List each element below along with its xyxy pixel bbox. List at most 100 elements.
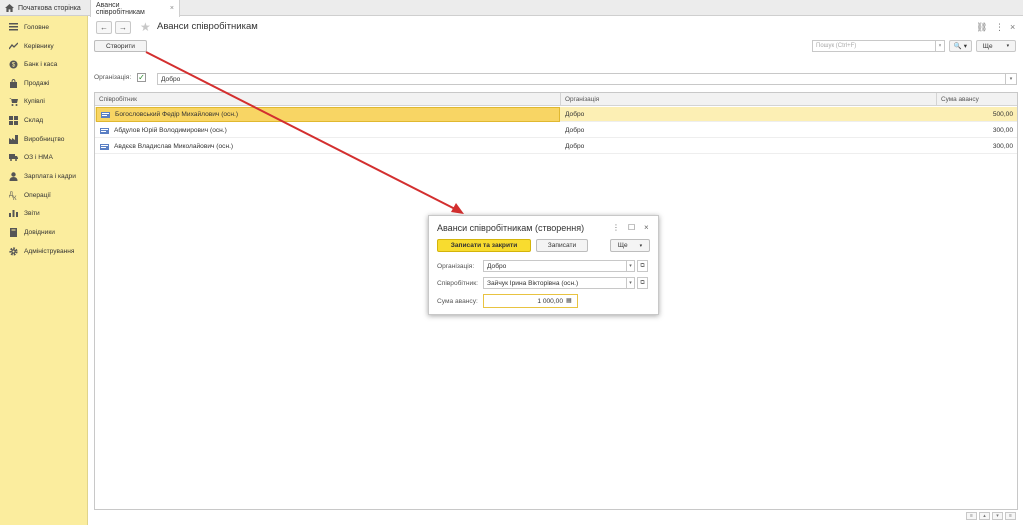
create-button[interactable]: Створити xyxy=(94,40,147,52)
more-button[interactable]: Ще ▾ xyxy=(976,40,1016,52)
save-and-close-button[interactable]: Записати та закрити xyxy=(437,239,531,252)
book-icon xyxy=(9,227,18,237)
tab-advances-label: Аванси співробітникам xyxy=(96,1,145,16)
sidebar-item-main[interactable]: Головне xyxy=(0,18,88,36)
gear-icon xyxy=(9,246,18,256)
open-link-icon[interactable]: ⧉ xyxy=(637,260,648,272)
sidebar-item-label: Головне xyxy=(24,23,50,31)
cell-employee: Абдулов Юрій Володимирович (осн.) xyxy=(96,123,560,138)
sidebar-item-label: Зарплата і кадри xyxy=(24,172,76,180)
document-icon xyxy=(100,127,109,134)
sidebar-item-reports[interactable]: Звіти xyxy=(0,204,88,222)
sidebar-item-label: Операції xyxy=(24,191,51,199)
tab-close-icon[interactable]: × xyxy=(170,5,174,12)
sidebar-item-admin[interactable]: Адміністрування xyxy=(0,242,88,260)
search-input[interactable]: Пошук (Ctrl+F) × xyxy=(812,40,945,52)
sidebar-item-label: Адміністрування xyxy=(24,247,75,255)
cell-amount: 300,00 xyxy=(992,143,1013,150)
more-vertical-icon[interactable]: ⋮ xyxy=(612,223,620,232)
organization-filter-field[interactable]: Добро xyxy=(157,73,1006,85)
scroll-bottom-button[interactable]: ≡ xyxy=(1005,512,1016,520)
table-row[interactable]: Абдулов Юрій Володимирович (осн.) Добро … xyxy=(95,123,1017,138)
cell-employee: Авдєєв Владислав Миколайович (осн.) xyxy=(96,139,560,154)
scroll-up-button[interactable]: ▴ xyxy=(979,512,990,520)
dialog-title: Аванси співробітникам (створення) xyxy=(437,223,585,233)
cell-amount: 300,00 xyxy=(992,127,1013,134)
back-button[interactable]: ← xyxy=(96,21,112,34)
scroll-top-button[interactable]: ≡ xyxy=(966,512,977,520)
sidebar-item-label: Довідники xyxy=(24,228,55,236)
sidebar-item-warehouse[interactable]: Склад xyxy=(0,111,88,129)
sidebar-item-manager[interactable]: Керівнику xyxy=(0,37,88,55)
sidebar: Головне Керівнику $ Банк і каса Продажі … xyxy=(0,16,88,525)
scroll-down-button[interactable]: ▾ xyxy=(992,512,1003,520)
sidebar-item-fixed-assets[interactable]: ОЗ і НМА xyxy=(0,148,88,166)
sidebar-item-label: Склад xyxy=(24,116,44,124)
amount-input[interactable]: 1 000,00 xyxy=(483,294,578,308)
menu-lines-icon xyxy=(9,23,18,32)
chevron-down-icon[interactable]: ▾ xyxy=(1006,73,1017,85)
more-button-label: Ще xyxy=(617,242,628,249)
chevron-down-icon[interactable]: ▾ xyxy=(626,277,635,289)
table-row[interactable]: Богословський Федір Михайлович (осн.) До… xyxy=(95,107,1017,122)
more-button[interactable]: Ще ▾ xyxy=(610,239,650,252)
column-header-employee[interactable]: Співробітник xyxy=(95,93,561,106)
organization-filter-checkbox[interactable]: ✓ xyxy=(137,73,146,82)
sidebar-item-sales[interactable]: Продажі xyxy=(0,74,88,92)
search-button[interactable]: 🔍 ▾ xyxy=(949,40,972,52)
employee-name: Авдєєв Владислав Миколайович (осн.) xyxy=(114,143,234,150)
sidebar-item-bank[interactable]: $ Банк і каса xyxy=(0,55,88,73)
sidebar-item-label: Продажі xyxy=(24,79,50,87)
table-header: Співробітник Організація Сума авансу xyxy=(95,93,1017,106)
sidebar-item-label: Виробництво xyxy=(24,135,65,143)
arrow-right-icon: → xyxy=(119,23,127,32)
employee-name: Абдулов Юрій Володимирович (осн.) xyxy=(114,127,227,134)
organization-field[interactable]: Добро xyxy=(483,260,627,272)
close-icon[interactable]: × xyxy=(644,223,649,232)
cell-employee: Богословський Федір Михайлович (осн.) xyxy=(96,107,560,122)
sidebar-item-directories[interactable]: Довідники xyxy=(0,223,88,241)
forward-button[interactable]: → xyxy=(115,21,131,34)
maximize-icon[interactable]: ☐ xyxy=(628,223,635,232)
column-header-amount[interactable]: Сума авансу xyxy=(937,93,1017,106)
cell-organization: Добро xyxy=(565,143,585,150)
search-clear-icon[interactable]: × xyxy=(935,41,944,51)
sidebar-item-label: Купівлі xyxy=(24,97,45,105)
document-icon xyxy=(101,111,110,118)
sidebar-item-operations[interactable]: ДК Операції xyxy=(0,186,88,204)
tab-advances[interactable]: Аванси співробітникам × xyxy=(90,0,180,17)
tab-bar: Початкова сторінка Аванси співробітникам… xyxy=(0,0,1023,17)
trend-chart-icon xyxy=(9,42,18,51)
cell-organization: Добро xyxy=(565,127,585,134)
sidebar-item-label: Звіти xyxy=(24,209,40,217)
column-header-organization[interactable]: Організація xyxy=(561,93,937,106)
employee-label: Співробітник: xyxy=(437,280,478,287)
page-title: Аванси співробітникам xyxy=(157,21,258,32)
organization-label: Організація: xyxy=(437,263,475,270)
sidebar-item-salary[interactable]: Зарплата і кадри xyxy=(0,167,88,185)
person-icon xyxy=(9,171,18,181)
search-placeholder: Пошук (Ctrl+F) xyxy=(816,43,857,49)
favorite-star-icon[interactable]: ★ xyxy=(140,20,151,34)
arrow-left-icon: ← xyxy=(100,23,108,32)
sidebar-item-production[interactable]: Виробництво xyxy=(0,130,88,148)
close-icon[interactable]: × xyxy=(1010,22,1015,32)
svg-text:К: К xyxy=(13,196,17,200)
operations-icon: ДК xyxy=(9,191,18,200)
more-vertical-icon[interactable]: ⋮ xyxy=(995,22,1004,33)
employee-name: Богословський Федір Михайлович (осн.) xyxy=(115,111,239,118)
cart-icon xyxy=(9,97,18,106)
coin-icon: $ xyxy=(9,60,18,69)
create-advance-dialog: Аванси співробітникам (створення) ⋮ ☐ × … xyxy=(428,215,659,315)
calculator-icon[interactable]: ▦ xyxy=(566,297,574,305)
chevron-down-icon[interactable]: ▾ xyxy=(626,260,635,272)
employee-field[interactable]: Зайчук Ірина Вікторівна (осн.) xyxy=(483,277,627,289)
table-row[interactable]: Авдєєв Владислав Миколайович (осн.) Добр… xyxy=(95,139,1017,154)
shopping-bag-icon xyxy=(9,78,18,88)
save-button[interactable]: Записати xyxy=(536,239,588,252)
tab-home[interactable]: Початкова сторінка xyxy=(0,0,88,16)
link-icon[interactable]: ⛓ xyxy=(976,22,987,33)
bar-chart-icon xyxy=(9,209,18,218)
sidebar-item-purchases[interactable]: Купівлі xyxy=(0,92,88,110)
open-link-icon[interactable]: ⧉ xyxy=(637,277,648,289)
